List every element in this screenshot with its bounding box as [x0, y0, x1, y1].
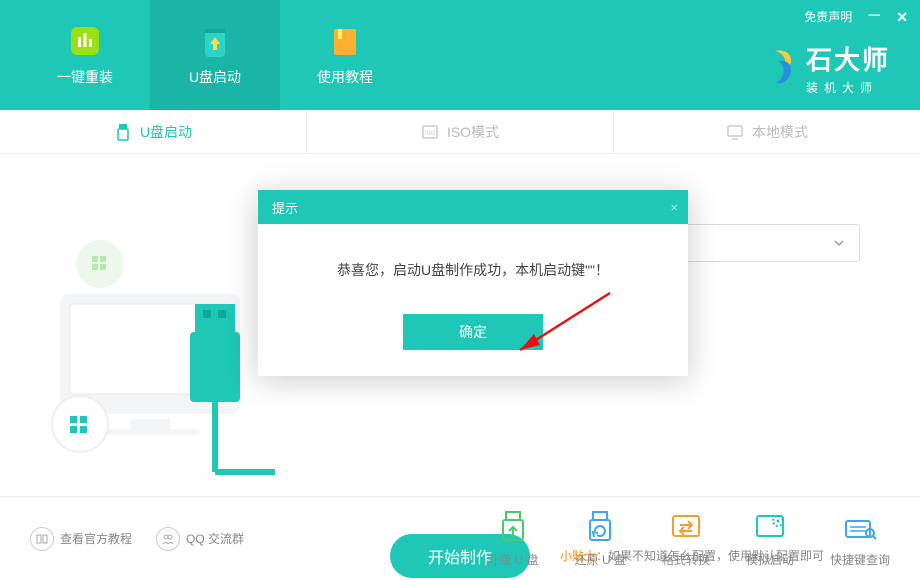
chevron-down-icon	[833, 237, 845, 249]
nav-label: U盘启动	[189, 67, 241, 87]
mode-label: U盘启动	[140, 122, 192, 142]
app-header: 一键重装 U盘启动 使用教程 免责声明 － ✕ 石大师 装机大师	[0, 0, 920, 110]
nav-tabs: 一键重装 U盘启动 使用教程	[0, 0, 410, 110]
minimize-button[interactable]: －	[866, 9, 882, 25]
brand-logo-icon	[754, 47, 796, 89]
mode-tabs: U盘启动 ISO ISO模式 本地模式	[0, 110, 920, 154]
mode-label: ISO模式	[447, 122, 499, 142]
action-hotkey[interactable]: 快捷键查询	[830, 509, 890, 568]
upgrade-usb-icon	[495, 509, 531, 545]
keyboard-search-icon	[842, 509, 878, 545]
simulate-icon	[752, 509, 788, 545]
action-label: 还原 U 盘	[575, 551, 626, 568]
modal-close-button[interactable]: ×	[670, 200, 678, 215]
bottom-bar: 查看官方教程 QQ 交流群 升级 U 盘 还原 U 盘 格式转换 模拟	[0, 496, 920, 580]
modal-title: 提示	[272, 198, 298, 217]
nav-tab-usb[interactable]: U盘启动	[150, 0, 280, 110]
modal-ok-button[interactable]: 确定	[403, 314, 543, 350]
brand-title: 石大师	[806, 40, 890, 77]
action-convert[interactable]: 格式转换	[662, 509, 710, 568]
tutorial-link[interactable]: 查看官方教程	[30, 527, 132, 551]
disclaimer-link[interactable]: 免责声明	[804, 8, 852, 25]
usb-icon	[114, 123, 132, 141]
qq-label: QQ 交流群	[186, 530, 244, 547]
action-label: 模拟启动	[746, 551, 794, 568]
mode-tab-usb[interactable]: U盘启动	[0, 110, 307, 153]
nav-label: 使用教程	[317, 67, 373, 87]
brand-subtitle: 装机大师	[806, 79, 890, 96]
people-icon	[156, 527, 180, 551]
action-label: 快捷键查询	[830, 551, 890, 568]
window-controls: 免责声明 － ✕	[804, 8, 908, 25]
book-open-icon	[30, 527, 54, 551]
book-icon	[327, 23, 363, 59]
mode-tab-local[interactable]: 本地模式	[614, 110, 920, 153]
modal-header: 提示 ×	[258, 190, 688, 224]
bar-chart-icon	[67, 23, 103, 59]
brand: 石大师 装机大师	[754, 40, 890, 96]
restore-usb-icon	[582, 509, 618, 545]
action-upgrade[interactable]: 升级 U 盘	[487, 509, 538, 568]
tutorial-label: 查看官方教程	[60, 530, 132, 547]
nav-label: 一键重装	[57, 67, 113, 87]
iso-icon: ISO	[421, 123, 439, 141]
svg-text:ISO: ISO	[425, 131, 436, 137]
modal-message: 恭喜您，启动U盘制作成功，本机启动键""！	[258, 224, 688, 304]
success-modal: 提示 × 恭喜您，启动U盘制作成功，本机启动键""！ 确定	[258, 190, 688, 376]
monitor-icon	[726, 123, 744, 141]
action-restore[interactable]: 还原 U 盘	[575, 509, 626, 568]
usb-boot-icon	[197, 23, 233, 59]
action-label: 升级 U 盘	[487, 551, 538, 568]
nav-tab-reinstall[interactable]: 一键重装	[20, 0, 150, 110]
mode-label: 本地模式	[752, 122, 808, 142]
action-label: 格式转换	[662, 551, 710, 568]
nav-tab-tutorial[interactable]: 使用教程	[280, 0, 410, 110]
close-button[interactable]: ✕	[896, 10, 908, 24]
convert-icon	[668, 509, 704, 545]
qq-link[interactable]: QQ 交流群	[156, 527, 244, 551]
action-simulate[interactable]: 模拟启动	[746, 509, 794, 568]
mode-tab-iso[interactable]: ISO ISO模式	[307, 110, 614, 153]
